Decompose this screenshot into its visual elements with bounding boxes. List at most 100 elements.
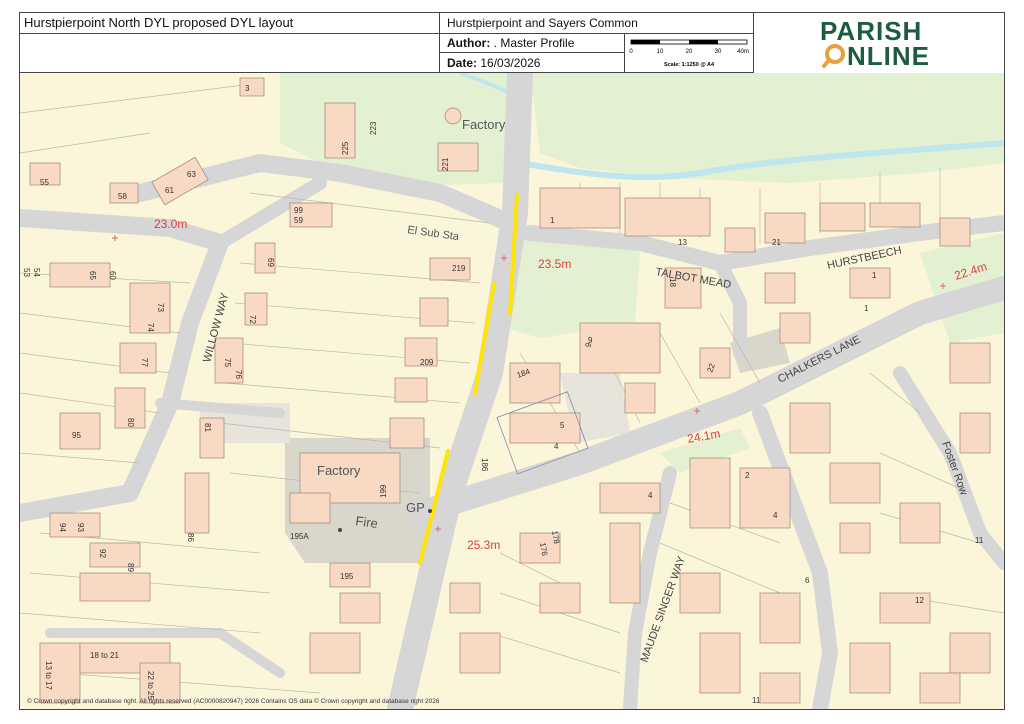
building bbox=[509, 412, 581, 444]
house-number: 13 to 17 bbox=[44, 661, 53, 690]
building bbox=[679, 572, 721, 614]
house-number: 1 bbox=[864, 304, 869, 313]
house-number: 186 bbox=[480, 458, 489, 472]
house-number: 221 bbox=[441, 157, 450, 171]
scale-tick: 40m bbox=[737, 49, 749, 55]
house-number: 59 bbox=[294, 216, 303, 225]
logo-graphic: PARISH NLINE bbox=[820, 16, 930, 71]
scale-tick: 0 bbox=[629, 49, 633, 55]
house-number: 12 bbox=[915, 596, 924, 605]
house-number: 75 bbox=[223, 358, 232, 367]
building bbox=[324, 102, 356, 159]
building bbox=[49, 512, 101, 538]
house-number: 4 bbox=[554, 442, 559, 451]
map-title: Hurstpierpoint North DYL proposed DYL la… bbox=[19, 12, 440, 34]
house-number: 11 bbox=[752, 696, 761, 705]
house-number: 4 bbox=[773, 511, 778, 520]
house-number: 99 bbox=[294, 206, 303, 215]
house-number: 81 bbox=[203, 423, 212, 432]
house-number: 22 to 25 bbox=[146, 671, 155, 700]
logo-line2: NLINE bbox=[847, 41, 930, 71]
building bbox=[309, 632, 361, 674]
house-number: 61 bbox=[165, 186, 174, 195]
copyright-notice: © Crown copyright and database right. Al… bbox=[27, 698, 440, 705]
building bbox=[339, 592, 381, 624]
house-number: 2 bbox=[745, 471, 750, 480]
place-label: Factory bbox=[462, 117, 506, 132]
house-number: 5 bbox=[560, 421, 565, 430]
building bbox=[699, 347, 731, 379]
house-number: 80 bbox=[126, 418, 135, 427]
scale-caption: Scale: 1:1250 @ A4 bbox=[664, 62, 715, 68]
building bbox=[139, 662, 181, 704]
house-number: 77 bbox=[140, 358, 149, 367]
building bbox=[289, 492, 331, 524]
building bbox=[699, 632, 741, 694]
house-number: 3 bbox=[245, 84, 250, 93]
house-number: 4 bbox=[648, 491, 653, 500]
building bbox=[79, 572, 151, 602]
scale-tick: 20 bbox=[686, 49, 693, 55]
house-number: 76 bbox=[234, 370, 243, 379]
building bbox=[939, 217, 971, 247]
house-number: 54 bbox=[32, 268, 41, 277]
building bbox=[609, 522, 641, 604]
building bbox=[949, 342, 991, 384]
author-value: . Master Profile bbox=[493, 36, 575, 50]
map-header: Hurstpierpoint North DYL proposed DYL la… bbox=[19, 12, 1005, 73]
house-number: 219 bbox=[452, 264, 466, 273]
house-number: 92 bbox=[98, 549, 107, 558]
building bbox=[779, 312, 811, 344]
building bbox=[724, 227, 756, 253]
house-number: 199 bbox=[379, 484, 388, 498]
house-number: 209 bbox=[420, 358, 434, 367]
house-number: 55 bbox=[40, 178, 49, 187]
date-value: 16/03/2026 bbox=[480, 56, 541, 70]
scale-tick: 10 bbox=[657, 49, 664, 55]
house-number: 89 bbox=[126, 563, 135, 572]
building bbox=[539, 582, 581, 614]
house-number: 195 bbox=[340, 572, 354, 581]
building bbox=[764, 212, 806, 244]
spot-height: 23.5m bbox=[538, 257, 571, 271]
building bbox=[959, 412, 991, 454]
building bbox=[49, 262, 111, 288]
green-space-north bbox=[530, 73, 1004, 183]
date-label: Date: bbox=[447, 56, 478, 70]
building bbox=[849, 642, 891, 694]
house-number: 93 bbox=[76, 523, 85, 532]
building-circular bbox=[444, 107, 462, 125]
date-row: Date: 16/03/2026 bbox=[439, 52, 625, 73]
house-number: 225 bbox=[341, 141, 350, 155]
building bbox=[764, 272, 796, 304]
place-label: GP bbox=[406, 500, 425, 515]
author-row: Author: . Master Profile bbox=[439, 33, 625, 53]
building bbox=[839, 522, 871, 554]
house-number: 72 bbox=[248, 315, 257, 324]
place-label: Factory bbox=[317, 463, 361, 478]
building bbox=[899, 502, 941, 544]
building bbox=[869, 202, 921, 228]
building bbox=[394, 377, 428, 403]
header-blank-cell bbox=[19, 33, 440, 73]
building bbox=[789, 402, 831, 454]
parish-name: Hurstpierpoint and Sayers Common bbox=[439, 12, 754, 34]
house-number: 60 bbox=[108, 271, 117, 280]
house-number: 195A bbox=[290, 532, 309, 541]
building bbox=[919, 672, 961, 704]
house-number: 86 bbox=[186, 533, 195, 542]
house-number: 18 to 21 bbox=[90, 651, 119, 660]
house-number: 58 bbox=[118, 192, 127, 201]
building bbox=[449, 582, 481, 614]
building bbox=[184, 472, 210, 534]
scale-bar-graphic: 0 10 20 30 40m Scale: 1:1250 @ A4 bbox=[629, 39, 749, 68]
building bbox=[759, 592, 801, 644]
house-number: 74 bbox=[146, 323, 155, 332]
building bbox=[949, 632, 991, 674]
author-label: Author: bbox=[447, 36, 491, 50]
building bbox=[849, 267, 891, 299]
house-number: 13 bbox=[678, 238, 687, 247]
map-canvas[interactable]: WILLOW WAY TALBOT MEAD HURSTBEECH CHALKE… bbox=[20, 73, 1004, 709]
house-number: 53 bbox=[22, 268, 31, 277]
map-svg[interactable]: WILLOW WAY TALBOT MEAD HURSTBEECH CHALKE… bbox=[20, 73, 1004, 709]
